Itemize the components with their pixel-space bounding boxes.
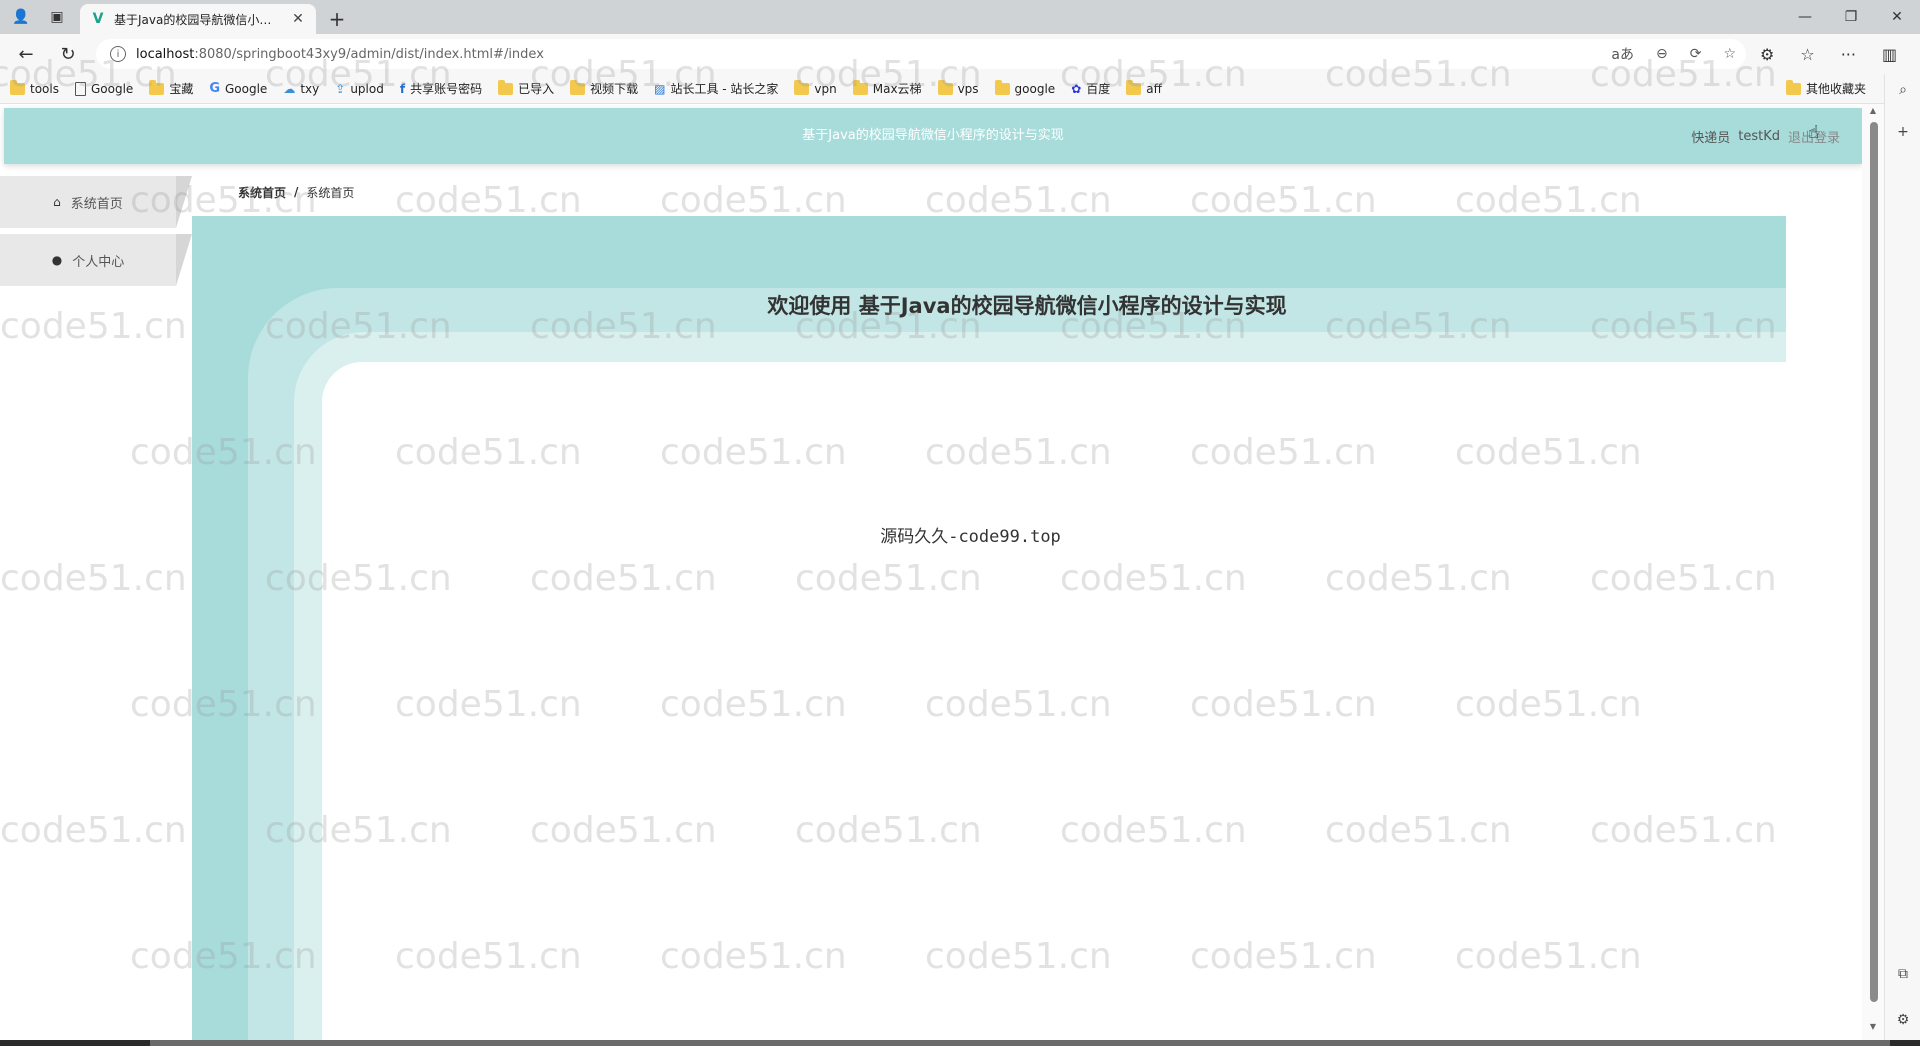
back-button[interactable]: ← bbox=[12, 40, 40, 68]
sidebar: ⌂ 系统首页 ● 个人中心 bbox=[0, 172, 192, 1040]
add-icon[interactable]: + bbox=[1893, 122, 1913, 142]
bookmarks-bar: tools Google 宝藏 G Google ☁ txy ⇪ uplod f 共享账… bbox=[0, 74, 1920, 104]
mouse-cursor-icon: ☝ bbox=[1808, 122, 1819, 143]
bookmark-item[interactable]: 视频下载 bbox=[570, 79, 638, 97]
reload-button[interactable]: ↻ bbox=[54, 40, 82, 68]
folder-icon bbox=[994, 79, 1010, 95]
sidebar-item-label: 系统首页 bbox=[70, 196, 123, 212]
folder-icon bbox=[10, 79, 25, 95]
tab-actions-icon[interactable]: ▣ bbox=[46, 6, 68, 28]
folder-icon bbox=[852, 79, 868, 95]
bookmark-item[interactable]: vps bbox=[937, 79, 979, 96]
app-header: 基于Java的校园导航微信小程序的设计与实现 快递员 testKd 退出登录 bbox=[4, 108, 1862, 164]
bookmark-item[interactable]: G Google bbox=[209, 81, 267, 96]
breadcrumb-home[interactable]: 系统首页 bbox=[238, 184, 286, 201]
tab-title: 基于Java的校园导航微信小程序的 bbox=[114, 12, 282, 27]
restore-button[interactable]: ❐ bbox=[1828, 0, 1874, 34]
bookmark-item[interactable]: ▨ 站长工具 - 站长之家 bbox=[654, 80, 778, 97]
zoom-out-icon[interactable]: ⊖ bbox=[1656, 46, 1668, 62]
favorite-star-icon[interactable]: ☆ bbox=[1723, 46, 1736, 62]
settings-gear-icon[interactable]: ⚙ bbox=[1893, 1010, 1913, 1030]
home-icon: ⌂ bbox=[53, 195, 61, 209]
minimize-button[interactable]: — bbox=[1782, 0, 1828, 34]
active-tab[interactable]: V 基于Java的校园导航微信小程序的 ✕ bbox=[80, 4, 316, 34]
hero-band bbox=[192, 216, 1786, 288]
bookmark-item[interactable]: Max云梯 bbox=[852, 79, 922, 97]
share-icon: f bbox=[399, 81, 406, 96]
cloud-icon: ☁ bbox=[283, 81, 296, 96]
breadcrumb-current: 系统首页 bbox=[306, 185, 355, 200]
scroll-thumb[interactable] bbox=[1870, 122, 1878, 1002]
url-host: localhost bbox=[136, 46, 195, 62]
web-page: 基于Java的校园导航微信小程序的设计与实现 快递员 testKd 退出登录 ⌂… bbox=[0, 104, 1884, 1040]
user-role: 快递员 bbox=[1691, 130, 1731, 146]
center-text: 源码久久-code99.top bbox=[880, 527, 1061, 547]
extensions-icon[interactable]: ⚙ bbox=[1760, 45, 1774, 64]
taskbar-strip bbox=[0, 1040, 1920, 1046]
folder-icon bbox=[149, 79, 165, 95]
sidebar-item-profile[interactable]: ● 个人中心 bbox=[0, 234, 192, 286]
read-aloud-icon[interactable]: aあ bbox=[1611, 44, 1634, 64]
url-path: :8080/springboot43xy9/admin/dist/index.h… bbox=[194, 46, 544, 62]
folder-icon bbox=[1126, 79, 1142, 95]
sidebar-item-home[interactable]: ⌂ 系统首页 bbox=[0, 176, 192, 228]
bookmark-item[interactable]: ☁ txy bbox=[283, 82, 319, 96]
page-scrollbar[interactable]: ▲ ▼ bbox=[1862, 104, 1884, 1040]
close-window-button[interactable]: ✕ bbox=[1874, 0, 1920, 34]
profile-icon[interactable]: 👤 bbox=[10, 6, 32, 28]
scroll-down-icon[interactable]: ▼ bbox=[1868, 1022, 1878, 1031]
more-menu-icon[interactable]: ··· bbox=[1841, 45, 1856, 64]
bookmark-item[interactable]: vpn bbox=[794, 79, 837, 96]
bookmark-item[interactable]: f 共享账号密码 bbox=[400, 80, 482, 97]
scroll-up-icon[interactable]: ▲ bbox=[1868, 106, 1878, 115]
bookmark-item[interactable]: 宝藏 bbox=[149, 79, 193, 97]
close-tab-icon[interactable]: ✕ bbox=[290, 11, 306, 27]
bookmark-item[interactable]: Google bbox=[74, 81, 133, 96]
breadcrumb-separator: / bbox=[294, 185, 299, 199]
bookmark-item[interactable]: ⇪ uplod bbox=[335, 82, 384, 96]
bookmark-item[interactable]: ✿ 百度 bbox=[1071, 80, 1110, 97]
app-title: 基于Java的校园导航微信小程序的设计与实现 bbox=[802, 128, 1064, 143]
other-bookmarks[interactable]: 其他收藏夹 bbox=[1785, 79, 1866, 97]
folder-icon bbox=[794, 79, 810, 95]
page-icon bbox=[74, 81, 86, 96]
google-icon: G bbox=[209, 81, 220, 96]
bookmark-item[interactable]: 已导入 bbox=[498, 79, 554, 97]
bookmark-item[interactable]: tools bbox=[10, 79, 59, 96]
welcome-heading: 欢迎使用 基于Java的校园导航微信小程序的设计与实现 bbox=[767, 294, 1287, 318]
username: testKd bbox=[1738, 128, 1780, 144]
bookmark-item[interactable]: aff bbox=[1126, 79, 1162, 96]
url-input[interactable]: i localhost:8080/springboot43xy9/admin/d… bbox=[96, 39, 1746, 69]
browser-side-panel: ⌕ + ⧉ ⚙ bbox=[1884, 74, 1920, 1046]
site-info-icon[interactable]: i bbox=[110, 46, 126, 62]
search-icon[interactable]: ⌕ bbox=[1893, 80, 1913, 100]
address-bar: ← ↻ i localhost:8080/springboot43xy9/adm… bbox=[0, 34, 1920, 74]
folder-icon bbox=[1785, 79, 1801, 95]
refresh-page-icon[interactable]: ⟳ bbox=[1690, 46, 1702, 62]
folder-icon bbox=[570, 79, 586, 95]
content-card bbox=[322, 362, 1786, 1040]
upload-icon: ⇪ bbox=[335, 81, 346, 96]
bookmark-item[interactable]: google bbox=[994, 79, 1055, 96]
sidebar-toggle-icon[interactable]: ▥ bbox=[1882, 45, 1897, 64]
tab-bar: 👤 ▣ V 基于Java的校园导航微信小程序的 ✕ + — ❐ ✕ bbox=[0, 0, 1920, 34]
folder-icon bbox=[937, 79, 953, 95]
favorites-icon[interactable]: ☆ bbox=[1800, 45, 1814, 64]
user-icon: ● bbox=[51, 253, 63, 267]
vue-favicon-icon: V bbox=[92, 11, 104, 27]
new-tab-button[interactable]: + bbox=[322, 4, 352, 34]
breadcrumb: 系统首页 / 系统首页 bbox=[238, 180, 354, 204]
sidebar-item-label: 个人中心 bbox=[72, 254, 125, 270]
screenshot-icon[interactable]: ⧉ bbox=[1893, 964, 1913, 984]
folder-icon bbox=[498, 79, 514, 95]
browser-window: 👤 ▣ V 基于Java的校园导航微信小程序的 ✕ + — ❐ ✕ ← ↻ i … bbox=[0, 0, 1920, 1046]
baidu-icon: ✿ bbox=[1071, 81, 1082, 96]
site-icon: ▨ bbox=[654, 81, 666, 96]
